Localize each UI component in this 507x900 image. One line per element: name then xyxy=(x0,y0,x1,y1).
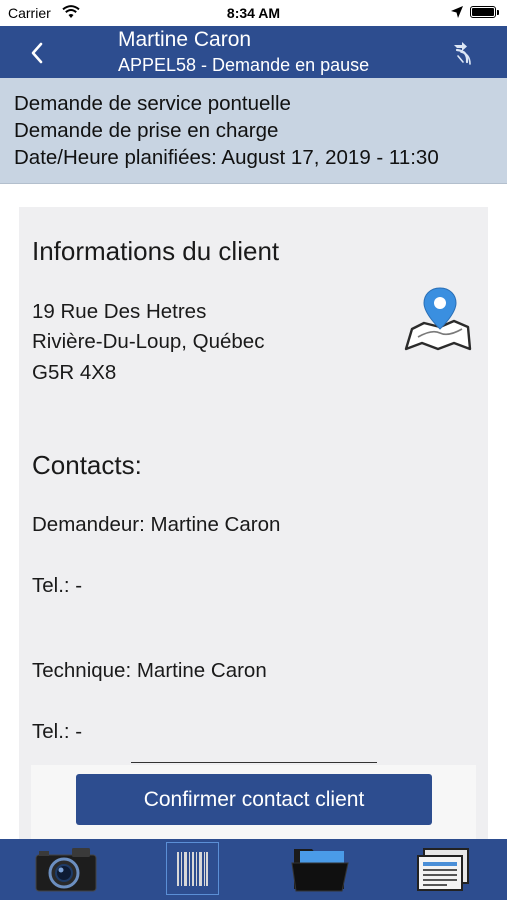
tab-folder[interactable] xyxy=(290,839,350,900)
camera-icon xyxy=(35,848,97,892)
clock: 8:34 AM xyxy=(226,5,281,21)
request-summary: Demande de service pontuelle Demande de … xyxy=(0,78,507,184)
location-arrow-icon xyxy=(451,6,463,18)
planned-datetime: Date/Heure planifiées: August 17, 2019 -… xyxy=(14,146,439,169)
route-arrow-icon[interactable] xyxy=(448,38,478,68)
page-subtitle: APPEL58 - Demande en pause xyxy=(118,55,370,75)
requester-phone: Tel.: - xyxy=(32,574,83,597)
map-pin-icon[interactable] xyxy=(404,285,476,355)
address-line-1: 19 Rue Des Hetres xyxy=(32,300,207,323)
technical-phone: Tel.: - xyxy=(32,720,83,743)
tab-barcode[interactable] xyxy=(166,839,219,900)
contacts-heading: Contacts: xyxy=(32,450,142,480)
request-type: Demande de prise en charge xyxy=(14,119,279,142)
address-line-2: Rivière-Du-Loup, Québec xyxy=(32,330,265,353)
tab-documents[interactable] xyxy=(416,839,472,900)
service-type: Demande de service pontuelle xyxy=(14,92,291,115)
client-info-heading: Informations du client xyxy=(32,236,280,266)
requester-contact: Demandeur: Martine Caron xyxy=(32,513,281,536)
barcode-icon xyxy=(177,852,208,886)
tab-camera[interactable] xyxy=(34,839,100,900)
client-card: Informations du client 19 Rue Des Hetres… xyxy=(19,207,488,839)
battery-icon xyxy=(470,6,499,18)
technical-contact: Technique: Martine Caron xyxy=(32,659,267,682)
tab-bar xyxy=(0,839,507,900)
documents-icon xyxy=(417,848,469,891)
divider xyxy=(131,762,377,763)
navigation-bar: Martine Caron APPEL58 - Demande en pause xyxy=(0,26,507,78)
status-bar: Carrier 8:34 AM xyxy=(0,0,507,26)
postal-code: G5R 4X8 xyxy=(32,361,117,384)
page-title: Martine Caron xyxy=(118,28,252,51)
folder-icon xyxy=(291,849,349,892)
confirm-contact-button[interactable]: Confirmer contact client xyxy=(76,774,432,825)
chevron-left-icon[interactable] xyxy=(24,38,54,68)
